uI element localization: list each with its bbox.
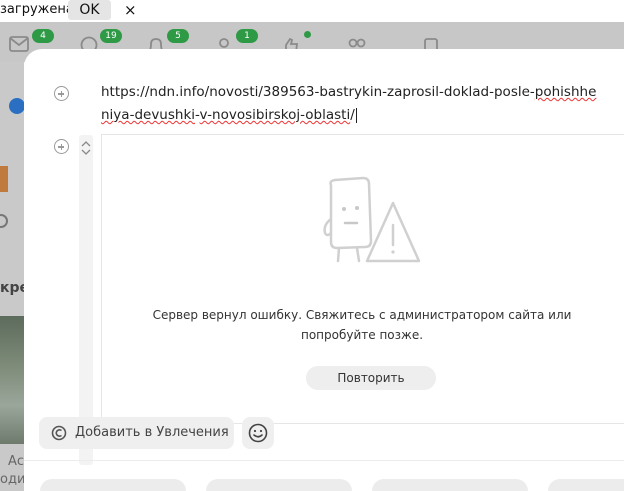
- add-to-interests-button[interactable]: Добавить в Увлечения: [39, 417, 234, 449]
- likes-dot: [304, 31, 311, 38]
- discussions-badge: 19: [100, 29, 122, 43]
- reorder-handle[interactable]: [79, 135, 93, 465]
- chevron-updown-icon: [80, 141, 92, 157]
- smiley-icon: [248, 423, 268, 443]
- retry-button[interactable]: Повторить: [306, 366, 436, 390]
- add-block-plus-icon-2[interactable]: [54, 139, 69, 154]
- server-error-message: Сервер вернул ошибку. Свяжитесь с админи…: [152, 308, 572, 342]
- ring-icon: [0, 214, 8, 228]
- toolbar-divider: [24, 460, 624, 461]
- bottom-action-4[interactable]: [548, 479, 624, 491]
- thumbnail: [0, 166, 8, 192]
- notifications-badge: 5: [167, 29, 189, 43]
- bottom-action-1[interactable]: [40, 479, 186, 491]
- emoji-button[interactable]: [242, 417, 274, 449]
- notice-text: загружена: [0, 2, 74, 17]
- bottom-action-2[interactable]: [206, 479, 352, 491]
- link-preview-block: Сервер вернул ошибку. Свяжитесь с админи…: [101, 134, 624, 424]
- post-text-input[interactable]: https://ndn.info/novosti/389563-bastryki…: [101, 81, 601, 127]
- feed-caption: Ас: [8, 454, 24, 469]
- close-icon[interactable]: ×: [124, 0, 137, 20]
- mail-icon[interactable]: [8, 36, 30, 58]
- interests-icon: [51, 425, 67, 441]
- feed-caption-2: оди: [0, 472, 24, 487]
- mail-badge: 4: [32, 29, 54, 43]
- url-text-main: https://ndn.info/novosti/389563-bastryki…: [101, 84, 535, 100]
- background-page: кре Ас оди: [0, 62, 24, 491]
- check-badge-icon: [9, 98, 24, 114]
- url-text-misspelled-2: v-novosibirskoj-oblasti: [199, 107, 351, 123]
- bottom-action-3[interactable]: [372, 479, 528, 491]
- feed-photo: [0, 316, 24, 444]
- broken-page-warning-icon: [323, 176, 421, 263]
- url-text-tail: /: [350, 107, 355, 123]
- post-editor-modal: https://ndn.info/novosti/389563-bastryki…: [24, 49, 624, 491]
- download-notice-bar: загружена OK ×: [0, 0, 624, 22]
- text-cursor: [355, 107, 357, 123]
- add-to-interests-label: Добавить в Увлечения: [75, 425, 229, 440]
- add-block-plus-icon[interactable]: [54, 86, 69, 101]
- notice-ok-button[interactable]: OK: [68, 0, 111, 20]
- guests-badge: 1: [236, 29, 258, 43]
- section-heading: кре: [0, 280, 24, 296]
